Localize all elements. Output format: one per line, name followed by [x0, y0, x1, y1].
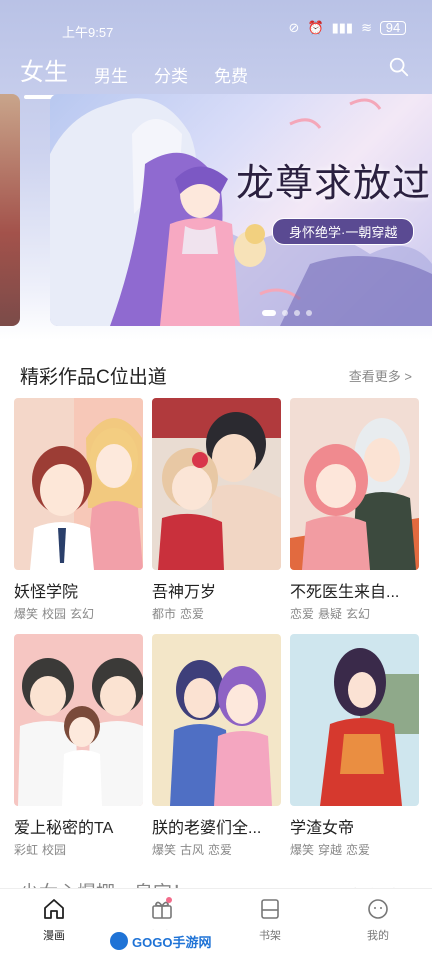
- comic-tag: 古风: [180, 843, 205, 857]
- comic-title: 妖怪学院: [14, 584, 79, 601]
- watermark: GOGO手游网: [102, 930, 220, 952]
- comic-tag: 恋爱: [208, 843, 233, 857]
- bookshelf-icon: [261, 899, 279, 919]
- comic-title: 吾神万岁: [152, 584, 217, 601]
- tab-boys[interactable]: 男生: [94, 62, 128, 93]
- comic-tag: 玄幻: [70, 607, 95, 621]
- nav-bookshelf[interactable]: 书架: [216, 889, 324, 960]
- comic-tag: 玄幻: [346, 607, 371, 621]
- comic-tag: 爆笑: [152, 843, 177, 857]
- banner-slide[interactable]: 龙尊求放过 身怀绝学·一朝穿越: [50, 94, 432, 326]
- comic-title: 学渣女帝: [290, 820, 355, 837]
- pagination-dot: [294, 310, 300, 316]
- mute-icon: ⊘: [288, 20, 300, 35]
- top-tabs: 女生 男生 分类 免费: [20, 52, 274, 99]
- comic-card[interactable]: 不死医生来自... 恋爱 悬疑 玄幻: [290, 398, 419, 622]
- notification-badge: [166, 897, 172, 903]
- nav-profile[interactable]: 我的: [324, 889, 432, 960]
- status-time: 上午9:57: [62, 25, 114, 40]
- watermark-logo-icon: [110, 932, 128, 950]
- comic-tag: 恋爱: [180, 607, 205, 621]
- nav-label: 我的: [367, 930, 389, 942]
- tab-free[interactable]: 免费: [214, 62, 248, 93]
- comic-card[interactable]: 爱上秘密的TA 彩虹 校园: [14, 634, 143, 858]
- comic-cover: [14, 634, 143, 806]
- comic-tag: 校园: [42, 607, 67, 621]
- alarm-icon: ⏰: [307, 20, 324, 35]
- comic-tag: 校园: [42, 843, 67, 857]
- comic-tags: 爆笑 校园 玄幻: [14, 605, 143, 622]
- section-title: 精彩作品C位出道: [20, 367, 167, 388]
- comic-cover: [152, 398, 281, 570]
- comic-tag: 彩虹: [14, 843, 39, 857]
- comic-cover: [290, 634, 419, 806]
- comic-tag: 恋爱: [290, 607, 315, 621]
- search-icon[interactable]: [388, 56, 410, 78]
- section-header: 精彩作品C位出道 查看更多 >: [20, 362, 412, 392]
- banner-title: 龙尊求放过: [236, 161, 432, 205]
- comic-tag: 爆笑: [290, 843, 315, 857]
- comic-tags: 爆笑 古风 恋爱: [152, 841, 281, 858]
- comic-tag: 爆笑: [14, 607, 39, 621]
- comic-card[interactable]: 吾神万岁 都市 恋爱: [152, 398, 281, 622]
- nav-label: 书架: [259, 930, 281, 942]
- battery-icon: 94: [380, 21, 406, 35]
- banner-prev-slide[interactable]: [0, 94, 20, 326]
- comic-tag: 恋爱: [346, 843, 371, 857]
- nav-label: 漫画: [43, 930, 65, 942]
- comic-cover: [14, 398, 143, 570]
- tab-girls[interactable]: 女生: [20, 52, 68, 99]
- status-bar: 上午9:57 ⊘ ⏰ ▮▮▮ ≋ 94: [0, 18, 432, 42]
- comic-tags: 彩虹 校园: [14, 841, 143, 858]
- banner-carousel[interactable]: 龙尊求放过 身怀绝学·一朝穿越: [0, 94, 432, 330]
- comic-tag: 穿越: [318, 843, 343, 857]
- home-icon: [44, 899, 64, 919]
- see-more-link[interactable]: 查看更多 >: [349, 366, 412, 385]
- comic-tag: 悬疑: [318, 607, 343, 621]
- comic-card[interactable]: 朕的老婆们全... 爆笑 古风 恋爱: [152, 634, 281, 858]
- tab-category[interactable]: 分类: [154, 62, 188, 93]
- comic-cover: [290, 398, 419, 570]
- pagination-dot: [306, 310, 312, 316]
- comic-tags: 都市 恋爱: [152, 605, 281, 622]
- banner-pagination: [262, 310, 312, 316]
- banner-artwork: [50, 98, 432, 326]
- signal-icon: ▮▮▮: [331, 20, 354, 35]
- comic-card[interactable]: 妖怪学院 爆笑 校园 玄幻: [14, 398, 143, 622]
- comic-tag: 都市: [152, 607, 177, 621]
- watermark-text: GOGO手游网: [132, 934, 212, 950]
- banner-subtitle: 身怀绝学·一朝穿越: [272, 218, 415, 245]
- comic-title: 不死医生来自...: [290, 584, 400, 601]
- comic-tags: 爆笑 穿越 恋爱: [290, 841, 419, 858]
- comic-grid-row-2: 爱上秘密的TA 彩虹 校园 朕的老婆们全... 爆笑 古风 恋爱 学渣女帝 爆笑…: [14, 634, 420, 858]
- status-icons: ⊘ ⏰ ▮▮▮ ≋ 94: [289, 20, 406, 36]
- pagination-dot-active: [262, 310, 276, 316]
- wifi-icon: ≋: [361, 20, 372, 35]
- nav-comics[interactable]: 漫画: [0, 889, 108, 960]
- comic-grid-row-1: 妖怪学院 爆笑 校园 玄幻 吾神万岁 都市 恋爱 不死医生来自... 恋爱 悬疑…: [14, 398, 420, 622]
- comic-title: 爱上秘密的TA: [14, 820, 114, 837]
- comic-tags: 恋爱 悬疑 玄幻: [290, 605, 419, 622]
- profile-icon: [368, 899, 388, 919]
- comic-title: 朕的老婆们全...: [152, 820, 262, 837]
- pagination-dot: [282, 310, 288, 316]
- comic-card[interactable]: 学渣女帝 爆笑 穿越 恋爱: [290, 634, 419, 858]
- comic-cover: [152, 634, 281, 806]
